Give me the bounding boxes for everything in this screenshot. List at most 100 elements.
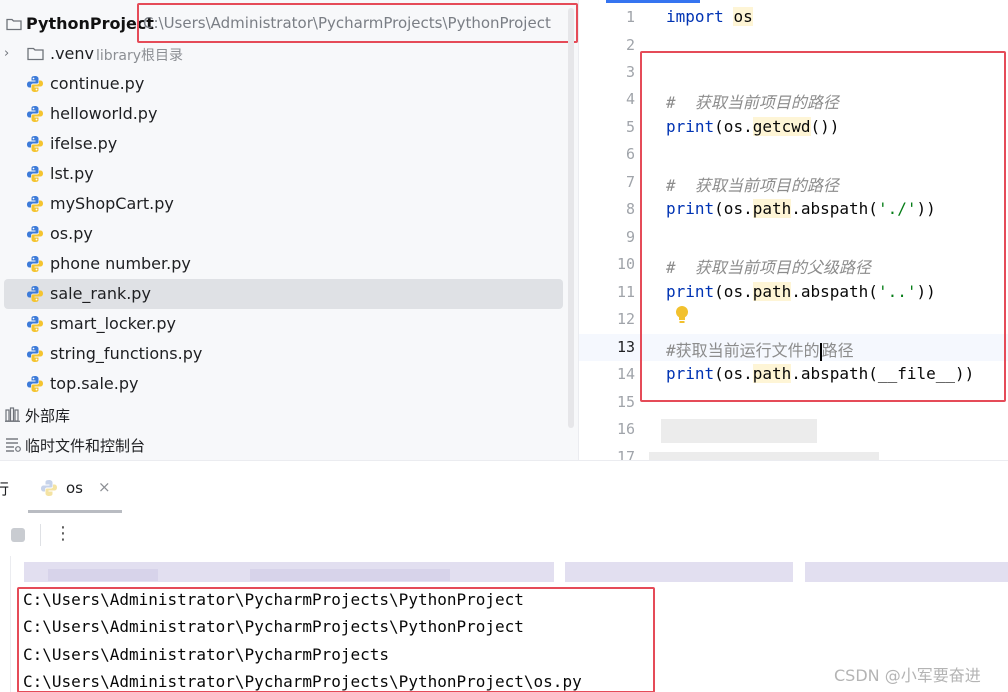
tree-item-label: top.sale.py [50, 374, 139, 393]
code-line-1[interactable]: import os [666, 7, 753, 26]
chevron-right-icon[interactable]: › [4, 46, 9, 61]
intention-bulb-icon[interactable] [675, 305, 689, 329]
tree-item-file[interactable]: phone number.py [0, 249, 565, 279]
line-number[interactable]: 1 [579, 8, 635, 26]
stop-icon[interactable] [11, 528, 25, 542]
blurred-region [649, 452, 879, 460]
console-output-line: C:\Users\Administrator\PycharmProjects\P… [23, 590, 524, 609]
python-file-icon [26, 165, 44, 187]
run-panel-header: 行 os × [0, 461, 1008, 513]
line-number[interactable]: 5 [579, 118, 635, 136]
code-token: .abspath(__file__)) [791, 364, 975, 383]
blurred-region [661, 419, 817, 443]
tree-item-label: smart_locker.py [50, 314, 176, 333]
tree-item-label: lst.py [50, 164, 94, 183]
python-file-icon [26, 75, 44, 97]
code-token: ()) [810, 117, 840, 136]
code-token: getcwd [752, 117, 811, 136]
tree-item-label: continue.py [50, 74, 145, 93]
code-editor[interactable]: 1 2 3 4 5 6 7 8 9 10 11 12 13 14 15 16 17 import os # 获取… [578, 0, 1008, 460]
run-panel-left-border [10, 556, 11, 692]
tree-item-label: 外部库 [25, 407, 71, 425]
console-output-line: C:\Users\Administrator\PycharmProjects [23, 645, 390, 664]
tree-item-external-libraries[interactable]: 外部库 [0, 399, 565, 429]
tree-item-file[interactable]: continue.py [0, 69, 565, 99]
watermark: CSDN @小军要奋进 [834, 666, 981, 685]
line-number[interactable]: 3 [579, 63, 635, 81]
tree-item-file[interactable]: helloworld.py [0, 99, 565, 129]
tree-item-venv[interactable]: › .venv library根目录 [0, 39, 565, 69]
code-line-4[interactable]: # 获取当前项目的路径 [666, 89, 839, 113]
tree-item-label: 临时文件和控制台 [25, 437, 146, 455]
tree-item-file[interactable]: os.py [0, 219, 565, 249]
tree-item-label: ifelse.py [50, 134, 118, 153]
code-line-11[interactable]: print(os.path.abspath('..')) [666, 282, 936, 301]
python-file-icon [26, 105, 44, 127]
run-tab-os[interactable]: os × [28, 461, 122, 513]
tree-item-label: os.py [50, 224, 93, 243]
more-options-icon[interactable]: ⋮ [54, 523, 72, 544]
python-file-icon [40, 479, 58, 501]
code-token: (os. [714, 117, 753, 136]
tree-item-file[interactable]: myShopCart.py [0, 189, 565, 219]
code-token: (os. [714, 199, 753, 218]
tree-item-file[interactable]: ifelse.py [0, 129, 565, 159]
line-number[interactable]: 14 [579, 365, 635, 383]
python-file-icon [26, 315, 44, 337]
code-line-8[interactable]: print(os.path.abspath('./')) [666, 199, 936, 218]
tree-item-label: string_functions.py [50, 344, 203, 363]
run-tab-label: os [66, 479, 83, 497]
run-tab-underline [28, 510, 122, 513]
close-icon[interactable]: × [98, 478, 111, 496]
tree-item-file[interactable]: string_functions.py [0, 339, 565, 369]
python-file-icon [26, 255, 44, 277]
tree-item-label: sale_rank.py [50, 284, 151, 303]
code-token: print [666, 282, 715, 301]
library-icon [5, 407, 22, 426]
project-root-name: PythonProject [26, 14, 154, 33]
code-token: .abspath( [791, 199, 878, 218]
code-line-10[interactable]: # 获取当前项目的父级路径 [666, 254, 871, 278]
python-file-icon [26, 285, 44, 307]
line-number[interactable]: 2 [579, 36, 635, 54]
code-line-14[interactable]: print(os.path.abspath(__file__)) [666, 364, 974, 383]
code-token: path [752, 282, 792, 301]
line-number[interactable]: 10 [579, 255, 635, 273]
line-number[interactable]: 16 [579, 420, 635, 438]
tree-item-file[interactable]: lst.py [0, 159, 565, 189]
tree-item-file[interactable]: smart_locker.py [0, 309, 565, 339]
scratches-icon [5, 437, 22, 456]
line-number[interactable]: 9 [579, 228, 635, 246]
line-number[interactable]: 17 [579, 448, 635, 460]
tree-root-row[interactable]: PythonProject C:\Users\Administrator\Pyc… [0, 8, 578, 38]
tree-item-hint: library根目录 [96, 48, 184, 64]
tree-scrollbar[interactable] [565, 0, 577, 440]
run-panel-title: 行 [0, 480, 10, 498]
tree-scrollbar-thumb[interactable] [568, 8, 574, 428]
code-line-5[interactable]: print(os.getcwd()) [666, 117, 839, 136]
code-line-13[interactable]: #获取当前运行文件的 路径 [666, 337, 854, 361]
line-number[interactable]: 4 [579, 90, 635, 108]
tree-item-file[interactable]: top.sale.py [0, 369, 565, 399]
toolbar-separator [40, 524, 41, 546]
tree-item-label: helloworld.py [50, 104, 158, 123]
code-line-7[interactable]: # 获取当前项目的路径 [666, 172, 839, 196]
code-token: os [733, 7, 753, 26]
line-number[interactable]: 7 [579, 173, 635, 191]
line-number[interactable]: 13 [579, 338, 635, 356]
line-number[interactable]: 6 [579, 145, 635, 163]
line-number[interactable]: 11 [579, 283, 635, 301]
tree-item-scratches[interactable]: 临时文件和控制台 [0, 429, 565, 459]
python-file-icon [26, 195, 44, 217]
line-number[interactable]: 12 [579, 310, 635, 328]
blurred-region [565, 562, 793, 582]
project-root-path: C:\Users\Administrator\PycharmProjects\P… [143, 14, 551, 32]
line-number[interactable]: 15 [579, 393, 635, 411]
tree-item-file[interactable]: sale_rank.py [4, 279, 563, 309]
python-file-icon [26, 375, 44, 397]
tree-item-label: .venv [50, 44, 95, 63]
code-token: print [666, 364, 715, 383]
folder-icon [6, 16, 22, 35]
blurred-region [48, 569, 158, 581]
line-number[interactable]: 8 [579, 200, 635, 218]
